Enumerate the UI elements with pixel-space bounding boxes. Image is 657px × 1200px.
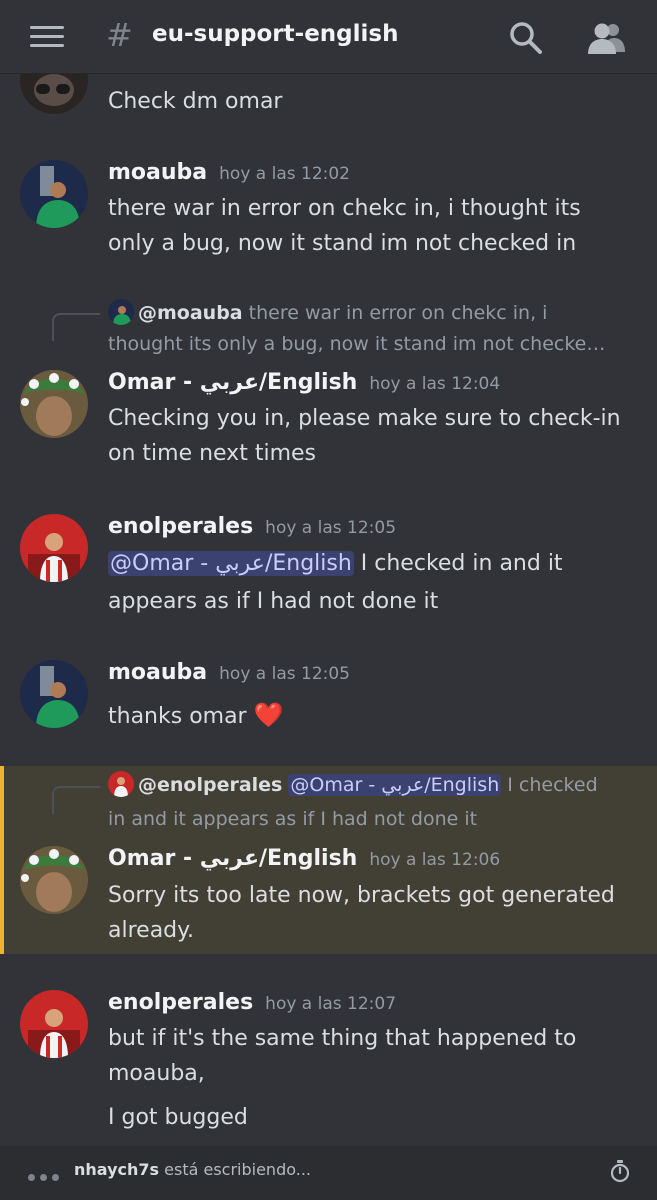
reply-author[interactable]: @moauba: [138, 302, 243, 324]
highlighted-message: @enolperales @Omar - عربي/English I chec…: [0, 766, 657, 954]
avatar-moauba[interactable]: [20, 160, 88, 228]
message-list[interactable]: Check dm omar moauba hoy a las 12:02 ther…: [0, 74, 657, 1146]
author-name[interactable]: moauba hoy a las 12:02: [108, 160, 350, 185]
avatar-enolperales[interactable]: [20, 514, 88, 582]
message-text: thanks omar ❤️: [108, 698, 639, 734]
text-line: appears as if I had not done it: [108, 589, 439, 614]
reply-text: thought its only a bug, now it stand im …: [108, 333, 606, 355]
reply-text: in and it appears as if I had not done i…: [108, 808, 478, 830]
avatar-moauba[interactable]: [20, 660, 88, 728]
author-name[interactable]: enolperales hoy a las 12:07: [108, 990, 396, 1015]
text-line: already.: [108, 918, 195, 943]
message-text: Sorry its too late now, brackets got gen…: [108, 878, 639, 948]
avatar-omar[interactable]: [20, 370, 88, 438]
reply-author[interactable]: @enolperales: [138, 774, 282, 796]
author-name[interactable]: Omar - عربي/English hoy a las 12:04: [108, 370, 500, 395]
channel-header: # eu-support-english: [0, 0, 657, 74]
avatar-enolperales[interactable]: [20, 990, 88, 1058]
timestamp: hoy a las 12:06: [369, 850, 501, 870]
search-icon[interactable]: [508, 20, 544, 56]
author-label[interactable]: Omar - عربي/English: [108, 370, 357, 395]
reply-text: I checked: [501, 774, 598, 796]
author-label[interactable]: enolperales: [108, 990, 253, 1015]
timestamp: hoy a las 12:05: [219, 664, 350, 684]
heart-emoji[interactable]: ❤️: [254, 701, 284, 729]
typing-indicator: nhaych7s está escribiendo...: [0, 1146, 657, 1200]
text-line: only a bug, now it stand im not checked …: [108, 231, 577, 256]
typing-dots-icon: [28, 1166, 64, 1185]
message-text: there war in error on chekc in, i though…: [108, 191, 639, 261]
author-label[interactable]: Omar - عربي/English: [108, 846, 357, 871]
slowmode-timer-icon[interactable]: [609, 1159, 631, 1183]
author-label[interactable]: moauba: [108, 160, 207, 185]
text-segment: I checked in and it: [353, 551, 563, 576]
timestamp: hoy a las 12:02: [219, 164, 350, 184]
members-icon[interactable]: [586, 20, 626, 56]
hamburger-menu-icon[interactable]: [30, 26, 64, 48]
reply-avatar-enolperales: [108, 771, 134, 797]
author-name[interactable]: Omar - عربي/English hoy a las 12:06: [108, 846, 500, 871]
user-mention[interactable]: @Omar - عربي/English: [108, 551, 354, 576]
avatar-omar[interactable]: [20, 846, 88, 914]
text-line: but if it's the same thing that happened…: [108, 1026, 577, 1051]
message-text: but if it's the same thing that happened…: [108, 1021, 639, 1091]
reply-preview[interactable]: @moauba there war in error on chekc in, …: [108, 298, 637, 360]
reply-connector: [52, 313, 100, 341]
channel-name: eu-support-english: [152, 21, 399, 47]
message-text-followup: I got bugged: [108, 1105, 248, 1130]
text-line: moauba,: [108, 1061, 205, 1086]
typing-text: nhaych7s está escribiendo...: [74, 1160, 311, 1179]
user-mention[interactable]: @Omar - عربي/English: [288, 774, 502, 796]
message-text: Checking you in, please make sure to che…: [108, 401, 639, 471]
reply-preview[interactable]: @enolperales @Omar - عربي/English I chec…: [108, 768, 637, 836]
timestamp: hoy a las 12:04: [369, 374, 501, 394]
text-line: Sorry its too late now, brackets got gen…: [108, 883, 615, 908]
author-name[interactable]: enolperales hoy a las 12:05: [108, 514, 396, 539]
reply-avatar-moauba: [108, 299, 134, 325]
message-text: Check dm omar: [108, 89, 283, 114]
typing-status: está escribiendo...: [159, 1160, 311, 1179]
avatar-omar-partial[interactable]: [20, 74, 88, 114]
reply-connector: [52, 786, 100, 814]
text-line: on time next times: [108, 441, 316, 466]
text-line: Checking you in, please make sure to che…: [108, 406, 621, 431]
message-text: @Omar - عربي/English I checked in and it…: [108, 545, 639, 621]
author-label[interactable]: enolperales: [108, 514, 253, 539]
typing-user: nhaych7s: [74, 1160, 160, 1179]
reply-text: there war in error on chekc in, i: [248, 302, 548, 324]
author-label[interactable]: moauba: [108, 660, 207, 685]
timestamp: hoy a las 12:07: [265, 994, 397, 1014]
text-line: there war in error on chekc in, i though…: [108, 196, 581, 221]
channel-hash-icon: #: [106, 16, 133, 54]
author-name[interactable]: moauba hoy a las 12:05: [108, 660, 350, 685]
text-segment: thanks omar: [108, 704, 247, 729]
timestamp: hoy a las 12:05: [265, 518, 397, 538]
